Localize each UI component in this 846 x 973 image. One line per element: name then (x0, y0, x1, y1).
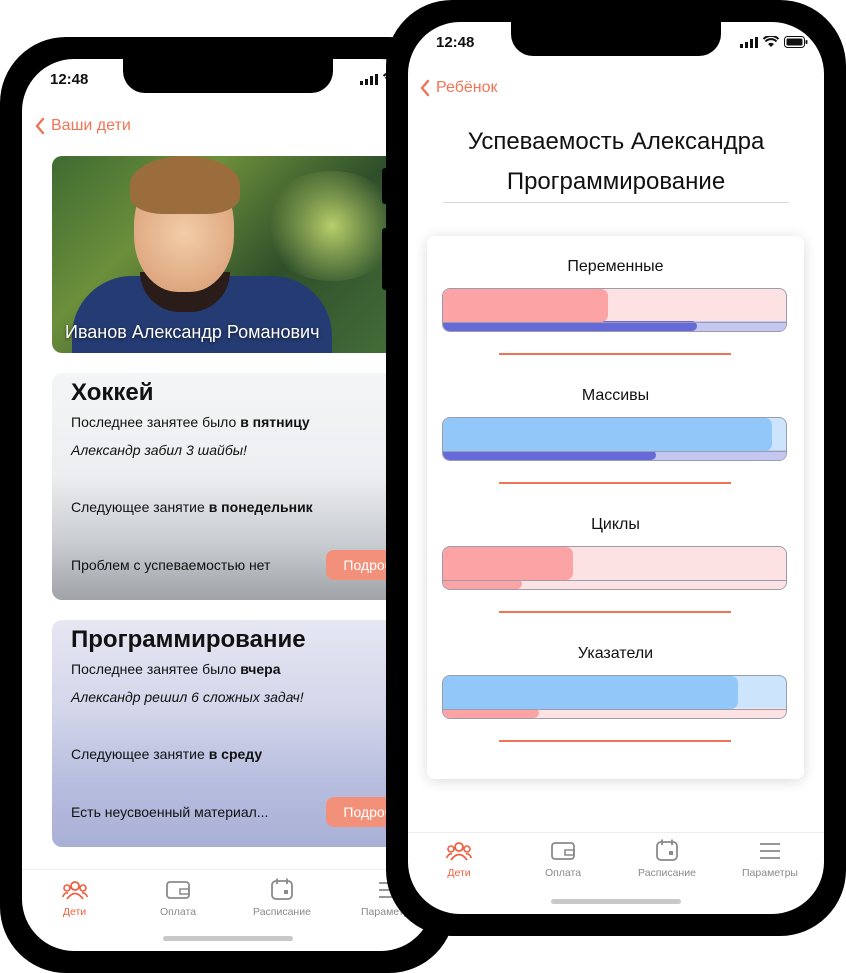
battery-icon (784, 36, 808, 48)
side-button (382, 228, 388, 290)
upper-fill (443, 289, 608, 322)
metric-progress-bar (442, 288, 787, 332)
last-lesson-prefix: Последнее занятее было (71, 661, 241, 677)
calendar-icon (271, 878, 293, 900)
tab-label: Дети (447, 867, 471, 879)
bar-separator (443, 322, 786, 323)
side-button (382, 168, 388, 204)
last-lesson-prefix: Последнее занятее было (71, 414, 241, 430)
metric-progress-bar (442, 675, 787, 719)
metric-divider (499, 482, 731, 484)
next-lesson-text: Следующее занятие в понедельник (71, 499, 313, 515)
home-indicator (551, 899, 681, 904)
tab-schedule[interactable]: Расписание (246, 878, 318, 918)
tab-payment[interactable]: Оплата (150, 880, 206, 918)
last-lesson-day: в пятницу (240, 414, 310, 430)
upper-fill (443, 547, 574, 580)
achievement-note: Александр забил 3 шайбы! (71, 442, 247, 458)
bar-separator (443, 709, 786, 710)
upper-fill (443, 418, 773, 451)
last-lesson-day: вчера (240, 661, 281, 677)
next-lesson-text: Следующее занятие в среду (71, 746, 262, 762)
child-name: Иванов Александр Романович (65, 322, 320, 342)
signal-icon (360, 73, 378, 85)
tab-schedule[interactable]: Расписание (630, 839, 704, 879)
achievement-note: Александр решил 6 сложных задач! (71, 689, 304, 705)
metric-divider (499, 353, 731, 355)
status-time: 12:48 (436, 34, 475, 51)
activity-card-hockey[interactable]: Хоккей Последнее занятее было в пятницу … (52, 373, 422, 600)
metric-progress-bar (442, 546, 787, 590)
page-subtitle: Программирование (506, 168, 726, 195)
tab-settings[interactable]: Параметры (734, 841, 806, 879)
people-icon (61, 881, 88, 900)
chevron-left-icon (420, 79, 430, 97)
next-lesson-day: в среду (208, 746, 263, 762)
people-icon (446, 842, 472, 861)
progress-status: Есть неусвоенный материал... (71, 804, 269, 820)
status-icons (740, 36, 808, 48)
back-label: Ребёнок (436, 79, 498, 96)
activity-title: Программирование (71, 626, 306, 653)
tab-label: Оплата (159, 906, 197, 918)
tab-label: Параметры (742, 867, 798, 879)
next-lesson-day: в понедельник (208, 499, 313, 515)
bar-separator (443, 451, 786, 452)
signal-icon (740, 36, 758, 48)
tab-payment[interactable]: Оплата (534, 841, 592, 879)
next-lesson-prefix: Следующее занятие (71, 746, 209, 762)
bar-separator (443, 580, 786, 581)
home-indicator (162, 936, 293, 941)
metric-label: Указатели (577, 645, 654, 662)
progress-panel: Переменные Массивы Циклы Указатели (427, 236, 804, 779)
metric-divider (499, 740, 731, 742)
right-phone-screen: 12:48 Ребёнок Успеваемость Александра Пр… (408, 22, 824, 914)
notch (122, 59, 333, 93)
metric-divider (499, 611, 731, 613)
last-lesson-text: Последнее занятее было в пятницу (71, 414, 310, 430)
upper-fill (443, 676, 738, 709)
photo-hair (130, 156, 240, 214)
notch (511, 22, 721, 56)
tab-label: Расписание (253, 906, 311, 918)
wallet-icon (551, 842, 575, 860)
right-phone-frame: 12:48 Ребёнок Успеваемость Александра Пр… (382, 0, 846, 936)
progress-status: Проблем с успеваемостью нет (71, 557, 271, 573)
calendar-icon (656, 839, 678, 861)
menu-icon (760, 843, 780, 859)
back-button[interactable]: Ребёнок (420, 79, 497, 97)
metric-label: Массивы (581, 387, 650, 404)
wifi-icon (763, 36, 779, 47)
page-title: Успеваемость Александра (467, 128, 765, 155)
tab-label: Дети (62, 906, 87, 918)
metric-label: Переменные (567, 258, 664, 275)
activity-title: Хоккей (71, 379, 154, 406)
last-lesson-text: Последнее занятее было вчера (71, 661, 281, 677)
status-time: 12:48 (50, 71, 89, 88)
child-photo-card[interactable]: Иванов Александр Романович (52, 156, 422, 353)
tab-children[interactable]: Дети (436, 841, 482, 879)
back-label: Ваши дети (51, 117, 131, 134)
metric-label: Циклы (591, 516, 640, 533)
next-lesson-prefix: Следующее занятие (71, 499, 209, 515)
tab-label: Оплата (544, 867, 582, 879)
back-button[interactable]: Ваши дети (35, 117, 131, 135)
left-phone-screen: 12:48 Ваши дети Иванов Александр Романов… (22, 59, 433, 951)
photo-background (262, 171, 402, 281)
wallet-icon (166, 881, 190, 899)
chevron-left-icon (35, 117, 45, 135)
tab-label: Расписание (638, 867, 696, 879)
activity-card-programming[interactable]: Программирование Последнее занятее было … (52, 620, 422, 847)
tab-children[interactable]: Дети (52, 880, 97, 918)
metric-progress-bar (442, 417, 787, 461)
title-divider (443, 202, 789, 203)
